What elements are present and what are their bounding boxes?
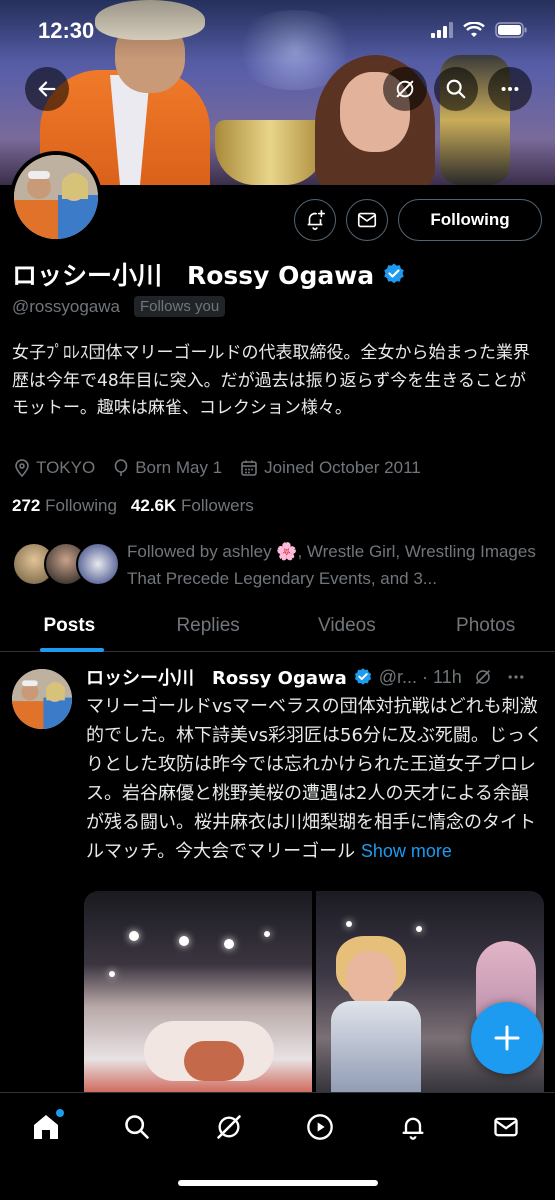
bell-plus-icon	[307, 210, 325, 230]
follow-counts: 272 Following 42.6K Followers	[12, 496, 254, 516]
following-link[interactable]: 272 Following	[12, 496, 117, 516]
profile-avatar[interactable]	[10, 151, 102, 243]
grok-icon	[396, 80, 414, 98]
home-icon	[34, 1115, 58, 1139]
plus-icon	[494, 1025, 520, 1051]
followers-count: 42.6K	[130, 496, 177, 515]
back-button[interactable]	[25, 67, 69, 111]
following-label: Following	[45, 496, 117, 515]
tab-label: Videos	[317, 614, 376, 636]
nav-messages[interactable]	[486, 1107, 526, 1147]
post-text[interactable]: マリーゴールドvsマーベラスの団体対抗戦はどれも刺激的でした。林下詩美vs彩羽匠…	[86, 692, 546, 866]
followed-by-text: Followed by ashley 🌸, Wrestle Girl, Wres…	[127, 542, 536, 588]
followers-label: Followers	[181, 496, 254, 515]
more-button[interactable]	[488, 67, 532, 111]
following-count: 272	[12, 496, 41, 515]
profile-name-row: ロッシー小川 Rossy Ogawa	[12, 256, 406, 292]
post-avatar[interactable]	[12, 669, 72, 729]
follows-you-badge: Follows you	[133, 296, 226, 317]
grok-icon[interactable]	[474, 668, 492, 686]
nav-video[interactable]	[300, 1107, 340, 1147]
search-button[interactable]	[434, 67, 478, 111]
calendar-icon	[241, 460, 257, 476]
grok-icon	[217, 1115, 241, 1139]
location: TOKYO	[14, 458, 95, 478]
grok-button[interactable]	[383, 67, 427, 111]
followed-by-row[interactable]: Followed by ashley 🌸, Wrestle Girl, Wres…	[12, 538, 544, 590]
show-more-link[interactable]: Show more	[361, 841, 452, 861]
more-icon[interactable]	[506, 667, 526, 687]
profile-bio: 女子ﾌﾟﾛﾚｽ団体マリーゴールドの代表取締役。全女から始まった業界歴は今年で48…	[12, 343, 530, 418]
post-media-image[interactable]	[84, 891, 312, 1101]
profile-tabs: Posts Replies Videos Photos	[0, 600, 555, 652]
mini-avatar	[76, 542, 120, 586]
profile-meta: TOKYO Born May 1 Joined October 2011	[14, 458, 421, 478]
balloon-icon	[114, 459, 128, 476]
search-icon	[125, 1115, 149, 1139]
tab-videos[interactable]: Videos	[278, 600, 417, 651]
tab-label: Replies	[176, 614, 240, 636]
tab-label: Posts	[43, 614, 96, 636]
tab-label: Photos	[456, 614, 516, 636]
verified-badge-icon[interactable]	[382, 262, 406, 286]
nav-home[interactable]	[26, 1107, 66, 1147]
notification-dot	[56, 1109, 64, 1117]
message-button[interactable]	[346, 199, 388, 241]
profile-handle: @rossyogawa	[12, 296, 120, 316]
followed-by-avatars	[12, 542, 122, 586]
mail-icon	[357, 212, 377, 228]
birthday-text: Born May 1	[135, 458, 223, 477]
post-header: ロッシー小川 Rossy Ogawa @r... · 11h	[86, 664, 546, 690]
compose-button[interactable]	[471, 1002, 543, 1074]
birthday: Born May 1	[113, 458, 222, 478]
joined-date: Joined October 2011	[240, 458, 421, 478]
display-name: ロッシー小川 Rossy Ogawa	[12, 261, 375, 290]
system-icons	[431, 22, 527, 38]
joined-text: Joined October 2011	[264, 458, 421, 477]
cellular-signal-icon	[431, 22, 453, 38]
search-icon	[446, 79, 466, 99]
post-author-name[interactable]: ロッシー小川 Rossy Ogawa	[86, 664, 347, 690]
handle-row: @rossyogawa Follows you	[12, 296, 226, 317]
nav-notifications[interactable]	[393, 1107, 433, 1147]
verified-badge-icon	[354, 668, 371, 685]
location-pin-icon	[15, 459, 29, 477]
followers-link[interactable]: 42.6K Followers	[131, 496, 254, 516]
post-body-text: マリーゴールドvsマーベラスの団体対抗戦はどれも刺激的でした。林下詩美vs彩羽匠…	[86, 696, 543, 862]
tab-photos[interactable]: Photos	[416, 600, 555, 651]
bell-icon	[402, 1117, 424, 1140]
notifications-button[interactable]	[294, 199, 336, 241]
play-circle-icon	[307, 1114, 333, 1140]
nav-grok[interactable]	[209, 1107, 249, 1147]
wifi-icon	[463, 22, 485, 37]
status-bar: 12:30	[0, 0, 555, 60]
arrow-left-icon	[38, 81, 56, 97]
battery-icon	[495, 22, 527, 38]
mail-icon	[494, 1117, 518, 1137]
home-indicator[interactable]	[178, 1180, 378, 1186]
more-icon	[501, 86, 519, 92]
nav-search[interactable]	[117, 1107, 157, 1147]
location-text: TOKYO	[36, 458, 96, 477]
tab-replies[interactable]: Replies	[139, 600, 278, 651]
following-button[interactable]: Following	[398, 199, 542, 241]
tab-posts[interactable]: Posts	[0, 600, 139, 652]
active-tab-indicator	[40, 648, 104, 652]
status-time: 12:30	[38, 18, 95, 43]
post-handle-time: @r... · 11h	[378, 666, 462, 687]
